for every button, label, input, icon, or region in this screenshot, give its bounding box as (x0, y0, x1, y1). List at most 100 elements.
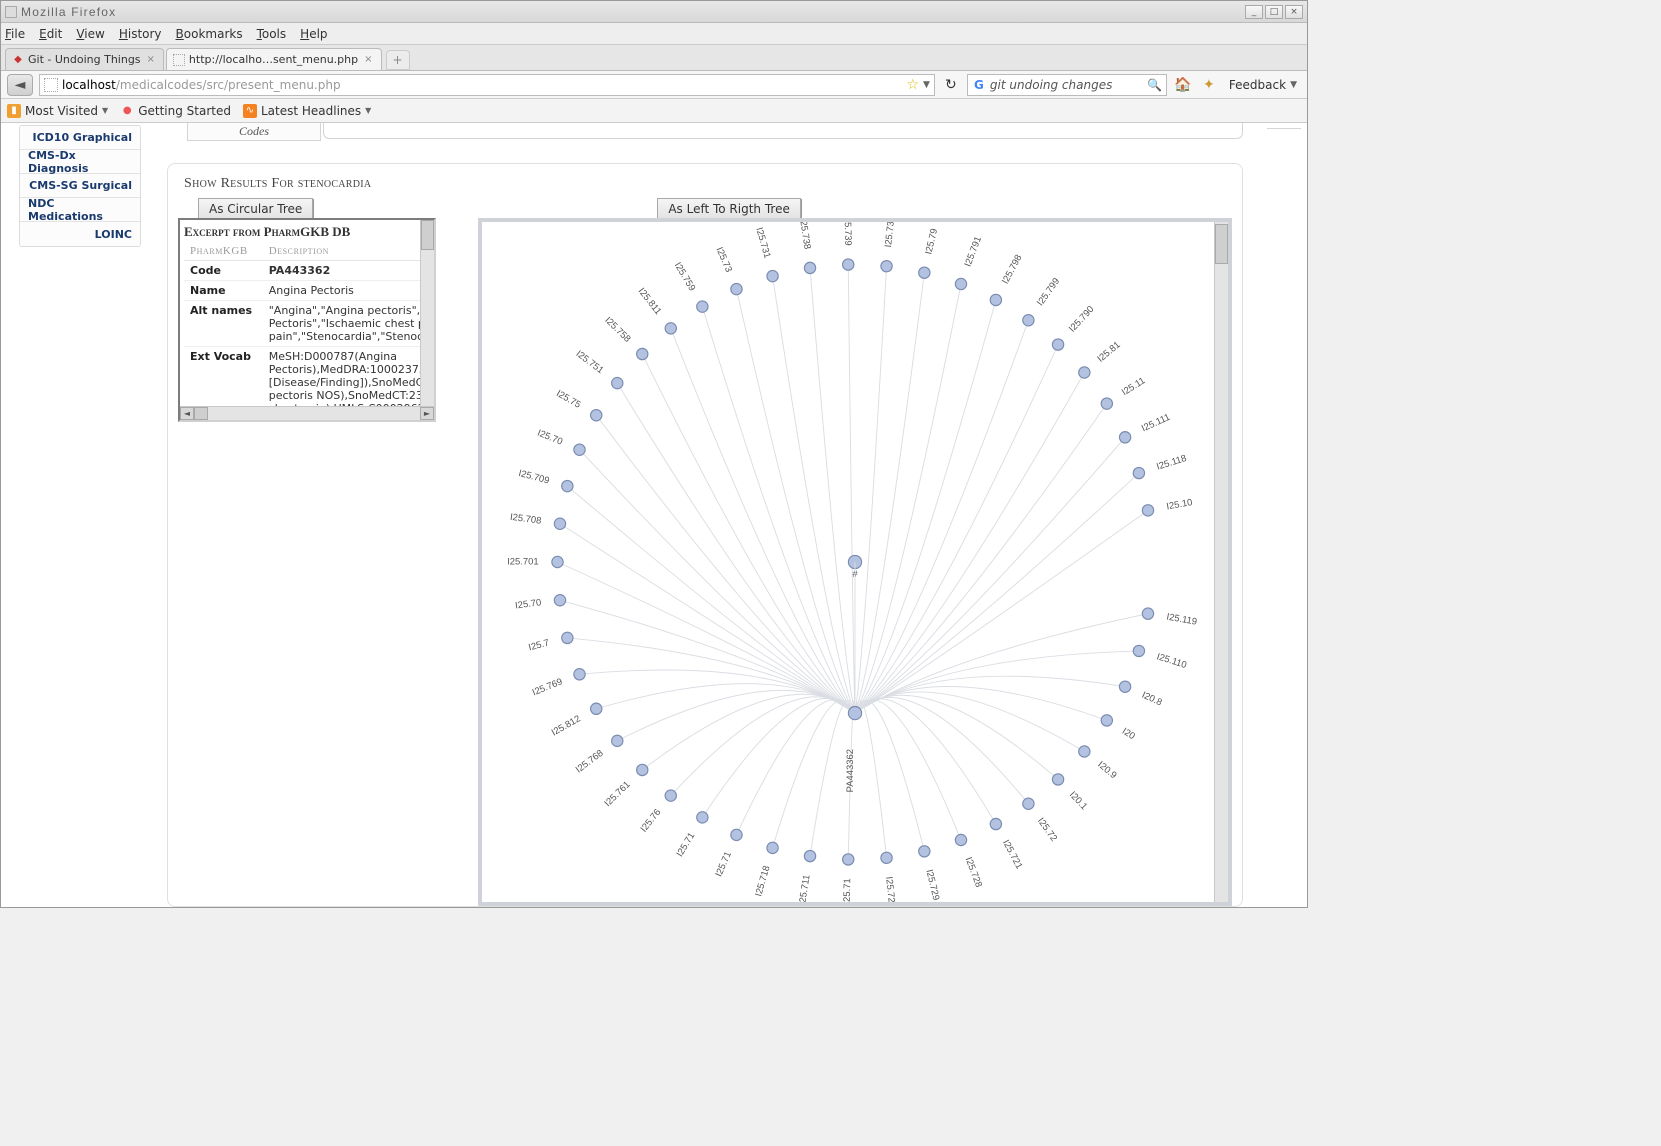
svg-text:I25.721: I25.721 (1000, 838, 1025, 871)
graph-vscrollbar[interactable] (1214, 222, 1228, 902)
menubar: File Edit View History Bookmarks Tools H… (1, 23, 1307, 45)
reload-button[interactable]: ↻ (941, 75, 961, 95)
table-row: Code PA443362 (184, 261, 420, 281)
svg-text:I25.811: I25.811 (636, 286, 664, 317)
sidebar-item-cms-sg[interactable]: CMS-SG Surgical (20, 174, 140, 198)
svg-text:I25.791: I25.791 (963, 235, 984, 268)
svg-text:I25.812: I25.812 (550, 713, 583, 738)
page-icon (173, 54, 185, 66)
results-panel: Show Results For stenocardia As Circular… (167, 163, 1243, 907)
tab-close-icon[interactable]: × (145, 54, 157, 65)
excerpt-panel: Excerpt from PharmGKB DB PharmKGB Descri… (178, 218, 436, 422)
url-text: localhost/medicalcodes/src/present_menu.… (62, 78, 902, 92)
bookmark-getting-started[interactable]: ● Getting Started (120, 104, 231, 118)
svg-text:I25.701: I25.701 (507, 557, 538, 568)
sidebar-item-loinc[interactable]: LOINC (20, 222, 140, 246)
close-button[interactable]: × (1285, 5, 1303, 19)
chevron-down-icon: ▼ (102, 106, 108, 115)
menu-help[interactable]: Help (300, 27, 327, 41)
sidebar-item-cms-dx[interactable]: CMS-Dx Diagnosis (20, 150, 140, 174)
favicon-icon (44, 78, 58, 92)
table-row: Ext Vocab MeSH:D000787(Angina Pectoris),… (184, 347, 420, 407)
svg-text:I25.731: I25.731 (753, 226, 772, 259)
menu-history[interactable]: History (119, 27, 162, 41)
svg-text:I25.729: I25.729 (923, 868, 941, 901)
svg-text:I25.759: I25.759 (672, 261, 698, 294)
new-tab-button[interactable]: + (386, 50, 410, 70)
svg-text:I25.81: I25.81 (1095, 340, 1122, 365)
ltr-tree-button[interactable]: As Left To Rigth Tree (657, 198, 801, 220)
tree-graph[interactable]: I25.119I25.110I20.8I20I20.9I20.1I25.72I2… (478, 218, 1232, 906)
chevron-down-icon: ▼ (365, 106, 371, 115)
bookmark-star-icon[interactable]: ☆ (906, 77, 919, 93)
svg-text:I20.9: I20.9 (1095, 759, 1118, 781)
svg-text:I25.110: I25.110 (1155, 651, 1188, 671)
excerpt-vscrollbar[interactable] (420, 220, 434, 406)
url-input[interactable]: localhost/medicalcodes/src/present_menu.… (39, 74, 935, 96)
svg-text:I25.79: I25.79 (923, 228, 940, 256)
maximize-button[interactable]: □ (1265, 5, 1283, 19)
excerpt-hscrollbar[interactable]: ◄ ► (180, 406, 434, 420)
table-header-b: Description (263, 242, 420, 261)
svg-text:I25.11: I25.11 (1120, 375, 1147, 398)
svg-text:I25.711: I25.711 (797, 874, 813, 902)
svg-text:PA443362: PA443362 (845, 749, 856, 792)
sidebar-item-icd10[interactable]: ICD10 Graphical (20, 126, 140, 150)
search-text: git undoing changes (990, 78, 1143, 92)
bookmark-most-visited[interactable]: ▮ Most Visited ▼ (7, 104, 108, 118)
svg-text:I25.768: I25.768 (574, 748, 606, 776)
tabstrip: ◆ Git - Undoing Things × http://localho…… (1, 45, 1307, 71)
menu-edit[interactable]: Edit (39, 27, 62, 41)
svg-text:I25.720: I25.720 (883, 876, 897, 902)
search-go-icon[interactable]: 🔍 (1147, 78, 1162, 92)
sidebar-item-ndc[interactable]: NDC Medications (20, 198, 140, 222)
codes-tab[interactable]: Codes (187, 123, 321, 141)
svg-text:I25.751: I25.751 (574, 348, 606, 376)
firefox-icon: ● (120, 104, 134, 118)
svg-text:I25.758: I25.758 (602, 315, 632, 345)
folder-icon: ▮ (7, 104, 21, 118)
svg-text:I25.111: I25.111 (1140, 412, 1172, 435)
bookmark-latest-headlines[interactable]: ∿ Latest Headlines ▼ (243, 104, 371, 118)
url-dropdown-icon[interactable]: ▼ (923, 80, 930, 90)
menu-bookmarks[interactable]: Bookmarks (176, 27, 243, 41)
svg-text:I25.790: I25.790 (1067, 304, 1097, 335)
svg-text:I25.72: I25.72 (1035, 816, 1059, 844)
tab-close-icon[interactable]: × (362, 54, 374, 65)
table-row: Alt names "Angina","Angina pectoris","An… (184, 301, 420, 347)
tab-git[interactable]: ◆ Git - Undoing Things × (5, 48, 164, 70)
back-button[interactable]: ◄ (7, 74, 33, 96)
menu-tools[interactable]: Tools (257, 27, 287, 41)
svg-text:I25.738: I25.738 (797, 222, 813, 250)
svg-text:I25.718: I25.718 (753, 864, 772, 897)
right-gutter (1259, 123, 1307, 907)
window-title: Mozilla Firefox (21, 5, 1245, 19)
results-heading: Show Results For stenocardia (184, 176, 1232, 192)
circular-tree-button[interactable]: As Circular Tree (198, 198, 313, 220)
svg-text:I25.7: I25.7 (527, 637, 550, 653)
tab-localhost[interactable]: http://localho…sent_menu.php × (166, 48, 382, 70)
svg-text:I25.118: I25.118 (1155, 453, 1188, 473)
menu-view[interactable]: View (76, 27, 104, 41)
svg-text:I25.71: I25.71 (674, 831, 697, 859)
svg-text:I25.76: I25.76 (639, 807, 664, 834)
svg-text:I25.730: I25.730 (883, 222, 897, 248)
svg-text:I20.8: I20.8 (1140, 690, 1164, 709)
svg-text:I25.709: I25.709 (517, 468, 550, 487)
rss-icon: ∿ (243, 104, 257, 118)
tab-label: Git - Undoing Things (28, 53, 141, 66)
svg-text:I25.71: I25.71 (713, 850, 734, 878)
google-icon: G (972, 78, 986, 92)
svg-text:I25.799: I25.799 (1035, 276, 1062, 308)
addon-button[interactable]: ✦ (1199, 75, 1219, 95)
menu-file[interactable]: File (5, 27, 25, 41)
search-panel (323, 123, 1243, 139)
svg-text:I25.73: I25.73 (713, 246, 734, 274)
svg-text:I20.1: I20.1 (1067, 789, 1089, 812)
search-input[interactable]: G git undoing changes 🔍 (967, 74, 1167, 96)
sidebar: ICD10 Graphical CMS-Dx Diagnosis CMS-SG … (1, 123, 151, 907)
home-button[interactable]: 🏠 (1173, 75, 1193, 95)
feedback-button[interactable]: Feedback▼ (1225, 78, 1301, 92)
minimize-button[interactable]: _ (1245, 5, 1263, 19)
svg-text:I25.71: I25.71 (842, 878, 854, 902)
